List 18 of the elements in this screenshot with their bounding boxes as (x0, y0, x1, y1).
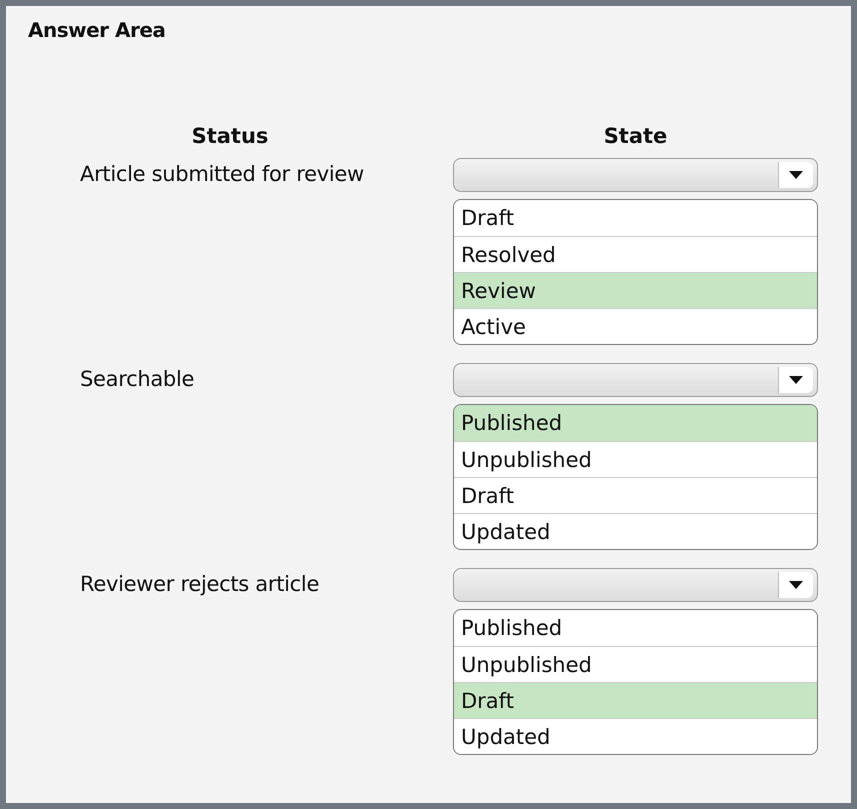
option-item[interactable]: Published (454, 405, 817, 441)
dropdown-caret-icon (788, 170, 804, 180)
status-label: Article submitted for review (80, 161, 365, 186)
dropdown-caret-icon (788, 580, 804, 590)
answer-area-title: Answer Area (28, 18, 166, 42)
dropdown-caret-icon (788, 375, 804, 385)
state-dropdown[interactable] (453, 363, 818, 397)
state-dropdown[interactable] (453, 568, 818, 602)
option-item[interactable]: Review (454, 272, 817, 308)
option-item[interactable]: Draft (454, 682, 817, 718)
option-item[interactable]: Active (454, 308, 817, 344)
column-header: State (602, 124, 668, 148)
column-header: Status (190, 124, 270, 148)
option-item[interactable]: Updated (454, 513, 817, 549)
status-label: Reviewer rejects article (80, 571, 320, 596)
state-dropdown[interactable] (453, 158, 818, 192)
status-label: Searchable (80, 366, 196, 391)
option-item[interactable]: Updated (454, 718, 817, 754)
